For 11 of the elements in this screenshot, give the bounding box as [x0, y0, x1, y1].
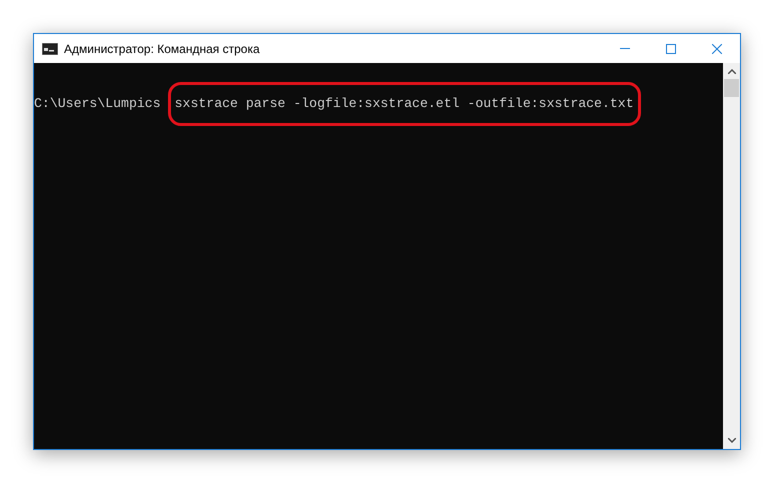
command-text: sxstrace parse -logfile:sxstrace.etl -outfile:sxstrace.txt — [170, 85, 638, 123]
scroll-down-icon — [728, 438, 736, 443]
minimize-icon — [620, 48, 630, 49]
prompt-text: C:\Users\Lumpics — [34, 95, 161, 113]
scrollbar-thumb[interactable] — [724, 79, 739, 97]
close-icon — [712, 44, 722, 54]
scrollbar[interactable] — [723, 63, 740, 449]
window-title: Администратор: Командная строка — [64, 40, 260, 58]
maximize-icon — [666, 44, 676, 54]
console-icon — [42, 42, 58, 54]
scroll-up-icon — [728, 69, 736, 74]
